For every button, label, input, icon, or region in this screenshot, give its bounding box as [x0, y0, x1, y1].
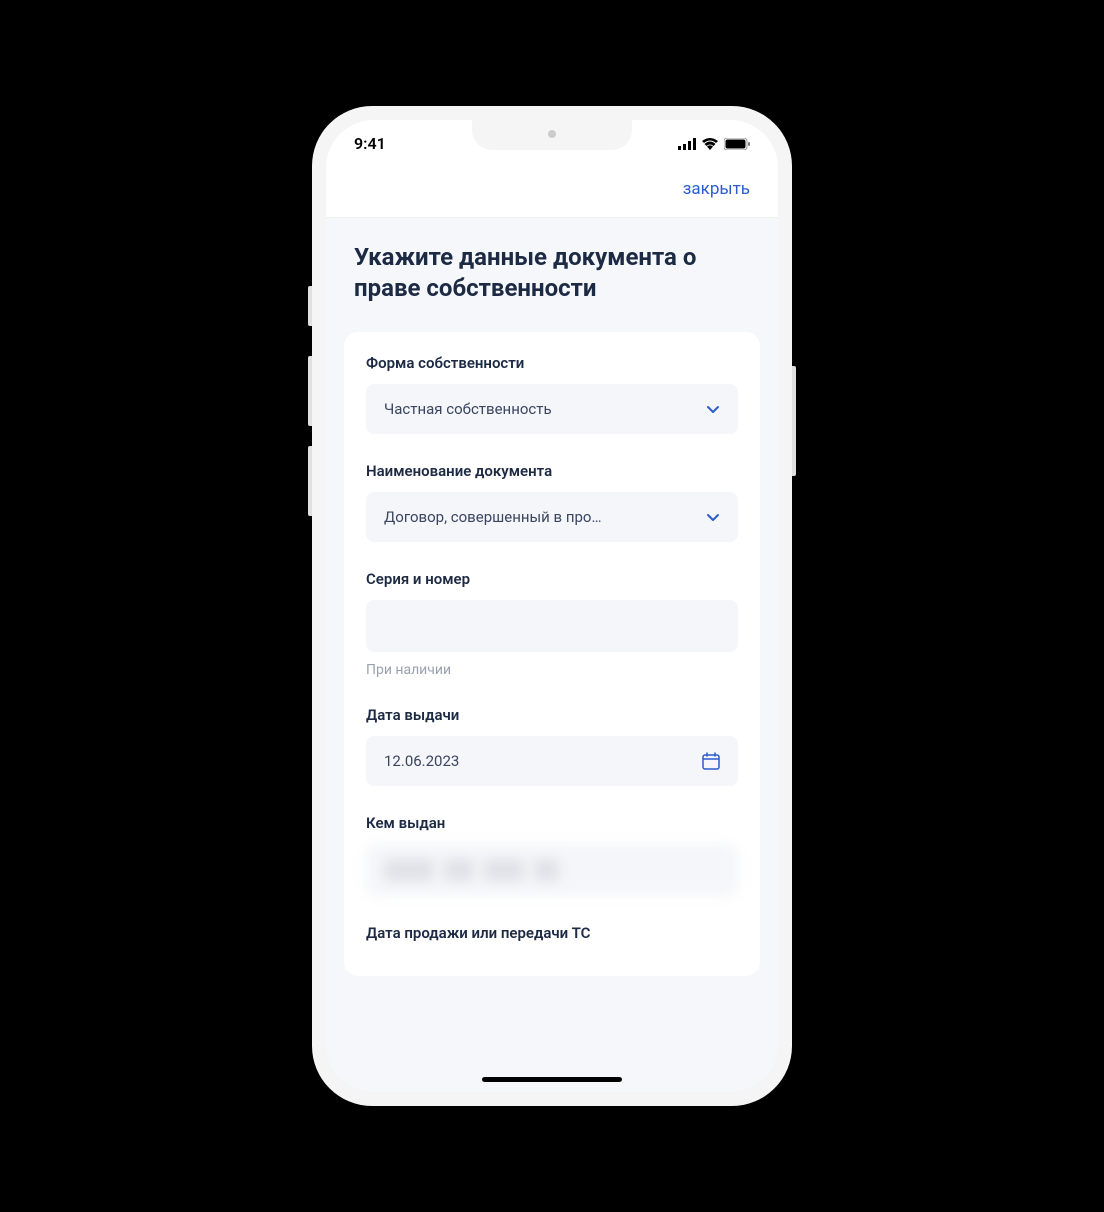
issued-by-label: Кем выдан	[366, 814, 738, 832]
chevron-down-icon	[706, 510, 720, 524]
cellular-icon	[678, 138, 696, 150]
content-area: закрыть Укажите данные документа о праве…	[326, 161, 778, 1091]
document-name-value: Договор, совершенный в про…	[384, 508, 694, 526]
issued-by-input-blurred[interactable]	[366, 844, 738, 896]
sale-date-label: Дата продажи или передачи ТС	[366, 924, 738, 942]
calendar-icon	[702, 752, 720, 770]
header: закрыть	[326, 161, 778, 218]
ownership-type-value: Частная собственность	[384, 400, 694, 418]
issue-date-input[interactable]: 12.06.2023	[366, 736, 738, 786]
close-button[interactable]: закрыть	[683, 179, 750, 199]
volume-up-button	[308, 356, 312, 426]
status-icons	[678, 138, 750, 150]
status-time: 9:41	[354, 134, 386, 153]
page-title: Укажите данные документа о праве собстве…	[326, 218, 778, 332]
home-indicator	[482, 1077, 622, 1082]
form-card: Форма собственности Частная собственност…	[344, 332, 760, 976]
power-button	[792, 366, 796, 476]
ownership-type-select[interactable]: Частная собственность	[366, 384, 738, 434]
issued-by-group: Кем выдан	[366, 814, 738, 896]
battery-icon	[724, 138, 750, 150]
document-name-select[interactable]: Договор, совершенный в про…	[366, 492, 738, 542]
series-number-hint: При наличии	[366, 662, 738, 678]
sale-date-group: Дата продажи или передачи ТС	[366, 924, 738, 942]
chevron-down-icon	[706, 402, 720, 416]
document-name-label: Наименование документа	[366, 462, 738, 480]
ownership-type-group: Форма собственности Частная собственност…	[366, 354, 738, 434]
wifi-icon	[702, 138, 718, 150]
issue-date-group: Дата выдачи 12.06.2023	[366, 706, 738, 786]
series-number-input[interactable]	[366, 600, 738, 652]
series-number-label: Серия и номер	[366, 570, 738, 588]
ownership-type-label: Форма собственности	[366, 354, 738, 372]
series-number-group: Серия и номер При наличии	[366, 570, 738, 678]
phone-frame: 9:41 закрыть Укажите данные документа о …	[312, 106, 792, 1106]
issue-date-value: 12.06.2023	[384, 752, 459, 770]
document-name-group: Наименование документа Договор, совершен…	[366, 462, 738, 542]
issue-date-label: Дата выдачи	[366, 706, 738, 724]
notch	[472, 120, 632, 150]
mute-switch	[308, 286, 312, 326]
phone-screen: 9:41 закрыть Укажите данные документа о …	[326, 120, 778, 1092]
volume-down-button	[308, 446, 312, 516]
